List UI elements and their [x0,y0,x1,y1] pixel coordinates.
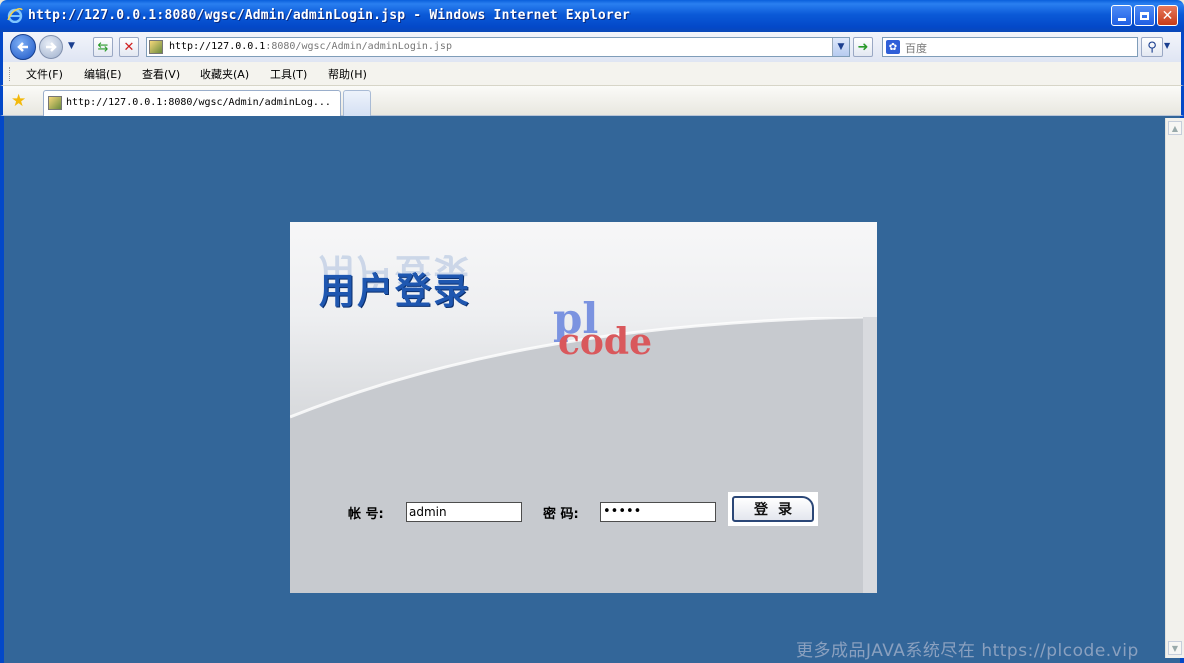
page-icon [149,40,163,54]
menu-favorites[interactable]: 收藏夹(A) [200,66,249,82]
search-box[interactable]: ✿ [882,37,1138,57]
watermark-logo-bottom: code [558,321,653,363]
menu-file[interactable]: 文件(F) [26,66,63,82]
recent-pages-dropdown-icon[interactable]: ▼ [68,41,75,51]
forward-button[interactable] [39,35,63,59]
tab-label: http://127.0.0.1:8080/wgsc/Admin/adminLo… [66,97,331,108]
new-tab-button[interactable] [343,90,371,116]
account-label: 帐 号: [348,507,384,522]
go-button[interactable]: ➜ [853,37,873,57]
tab-bar: ★ http://127.0.0.1:8080/wgsc/Admin/admin… [0,86,1184,116]
password-label: 密 码: [543,507,579,522]
search-input[interactable] [903,39,1127,57]
minimize-icon [1117,18,1126,21]
forward-arrow-icon [46,42,57,52]
close-icon: ✕ [1161,7,1174,24]
search-options-dropdown-icon[interactable]: ▼ [1164,41,1170,50]
menu-tools[interactable]: 工具(T) [270,66,307,82]
refresh-icon: ⇆ [97,39,109,55]
login-heading-reflection: 用户登录 [319,250,472,291]
refresh-button[interactable]: ⇆ [93,37,113,57]
page-icon [48,96,62,110]
login-button-label: 登录 [732,496,814,522]
stop-icon: ✕ [123,39,135,55]
back-button[interactable] [10,34,36,60]
go-arrow-icon: ➜ [857,39,869,55]
navigation-bar: ▼ ⇆ ✕ http://127.0.0.1:8080/wgsc/Admin/a… [0,32,1184,62]
login-button[interactable]: 登录 [728,492,818,526]
window-title: http://127.0.0.1:8080/wgsc/Admin/adminLo… [28,8,630,23]
menu-bar: 文件(F) 编辑(E) 查看(V) 收藏夹(A) 工具(T) 帮助(H) [0,62,1184,86]
footer-watermark: 更多成品JAVA系统尽在 https://plcode.vip [796,641,1139,661]
address-dropdown-icon[interactable]: ▼ [832,38,849,56]
scroll-down-icon[interactable]: ▼ [1168,641,1182,655]
address-bar[interactable]: http://127.0.0.1:8080/wgsc/Admin/adminLo… [146,37,850,57]
back-arrow-icon [17,42,28,52]
stop-button[interactable]: ✕ [119,37,139,57]
search-button[interactable]: ⚲ [1141,37,1163,57]
close-button[interactable]: ✕ [1157,5,1178,26]
toolbar-grip[interactable] [9,67,12,81]
search-icon: ⚲ [1147,39,1157,55]
favorites-star-icon[interactable]: ★ [11,91,26,111]
account-input[interactable] [406,502,522,522]
internet-explorer-icon [7,8,23,23]
minimize-button[interactable] [1111,5,1132,26]
vertical-scrollbar[interactable]: ▲ ▼ [1165,118,1184,658]
tab-admin-login[interactable]: http://127.0.0.1:8080/wgsc/Admin/adminLo… [43,90,341,116]
scroll-up-icon[interactable]: ▲ [1168,121,1182,135]
address-url: http://127.0.0.1:8080/wgsc/Admin/adminLo… [169,41,452,52]
menu-edit[interactable]: 编辑(E) [84,66,122,82]
password-input[interactable]: ••••• [600,502,716,522]
maximize-icon [1140,11,1149,20]
baidu-paw-icon: ✿ [886,40,900,54]
maximize-button[interactable] [1134,5,1155,26]
window-title-bar[interactable]: http://127.0.0.1:8080/wgsc/Admin/adminLo… [0,0,1184,32]
menu-help[interactable]: 帮助(H) [328,66,367,82]
menu-view[interactable]: 查看(V) [142,66,180,82]
